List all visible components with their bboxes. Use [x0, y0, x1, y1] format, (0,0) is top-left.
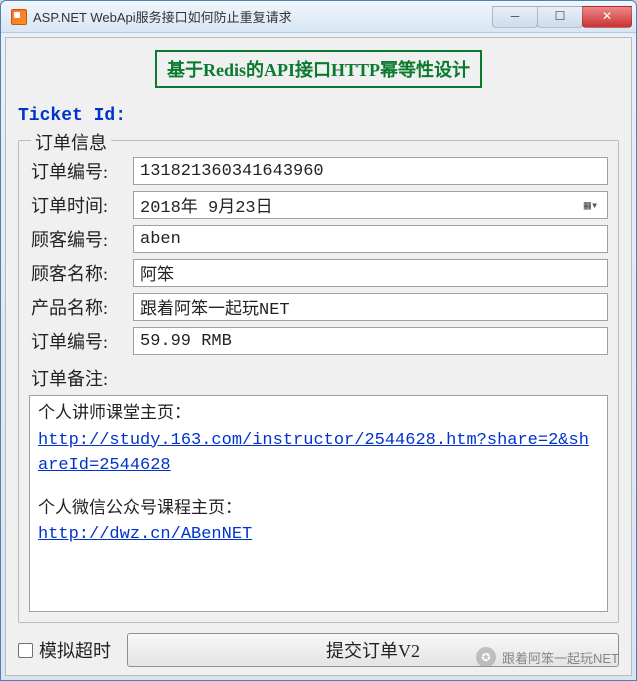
order-info-groupbox: 订单信息 订单编号: 订单时间: 2018年 9月23日 ▦▾ 顾客编号: 顾客…	[18, 140, 619, 623]
input-order-no[interactable]	[133, 157, 608, 185]
label-order-no: 订单编号:	[29, 158, 133, 184]
bottom-row: 模拟超时 提交订单V2	[18, 633, 619, 667]
timeout-checkbox[interactable]: 模拟超时	[18, 637, 111, 663]
input-product-name[interactable]	[133, 293, 608, 321]
calendar-dropdown-icon[interactable]: ▦▾	[581, 198, 601, 213]
ticket-id-label: Ticket Id:	[18, 106, 619, 126]
row-customer-no: 顾客编号:	[29, 225, 608, 253]
order-time-value: 2018年 9月23日	[140, 192, 273, 218]
close-button[interactable]: ✕	[582, 6, 632, 28]
row-customer-name: 顾客名称:	[29, 259, 608, 287]
window-title: ASP.NET WebApi服务接口如何防止重复请求	[33, 7, 493, 26]
submit-button[interactable]: 提交订单V2	[127, 633, 619, 667]
input-price[interactable]	[133, 327, 608, 355]
label-customer-no: 顾客编号:	[29, 226, 133, 252]
row-price: 订单编号:	[29, 327, 608, 355]
header-banner: 基于Redis的API接口HTTP幂等性设计	[18, 50, 619, 88]
window-controls: ─ ☐ ✕	[493, 6, 632, 28]
label-remarks: 订单备注:	[31, 365, 608, 391]
label-price: 订单编号:	[29, 328, 133, 354]
label-customer-name: 顾客名称:	[29, 260, 133, 286]
remarks-line2: 个人微信公众号课程主页：	[38, 497, 599, 523]
header-banner-text: 基于Redis的API接口HTTP幂等性设计	[155, 50, 482, 88]
main-window: ASP.NET WebApi服务接口如何防止重复请求 ─ ☐ ✕ 基于Redis…	[0, 0, 637, 681]
groupbox-legend: 订单信息	[31, 129, 111, 155]
timeout-checkbox-label: 模拟超时	[39, 637, 111, 663]
client-area: 基于Redis的API接口HTTP幂等性设计 Ticket Id: 订单信息 订…	[5, 37, 632, 676]
row-product-name: 产品名称:	[29, 293, 608, 321]
checkbox-icon	[18, 643, 33, 658]
minimize-button[interactable]: ─	[492, 6, 538, 28]
remarks-spacer	[38, 479, 599, 497]
label-order-time: 订单时间:	[29, 192, 133, 218]
maximize-button[interactable]: ☐	[537, 6, 583, 28]
label-product-name: 产品名称:	[29, 294, 133, 320]
remarks-link1[interactable]: http://study.163.com/instructor/2544628.…	[38, 428, 599, 479]
remarks-line1: 个人讲师课堂主页：	[38, 402, 599, 428]
textarea-remarks[interactable]: 个人讲师课堂主页： http://study.163.com/instructo…	[29, 395, 608, 612]
remarks-link2[interactable]: http://dwz.cn/ABenNET	[38, 522, 599, 548]
titlebar[interactable]: ASP.NET WebApi服务接口如何防止重复请求 ─ ☐ ✕	[1, 1, 636, 33]
input-order-time[interactable]: 2018年 9月23日 ▦▾	[133, 191, 608, 219]
row-order-no: 订单编号:	[29, 157, 608, 185]
app-icon	[11, 9, 27, 25]
input-customer-no[interactable]	[133, 225, 608, 253]
input-customer-name[interactable]	[133, 259, 608, 287]
row-order-time: 订单时间: 2018年 9月23日 ▦▾	[29, 191, 608, 219]
